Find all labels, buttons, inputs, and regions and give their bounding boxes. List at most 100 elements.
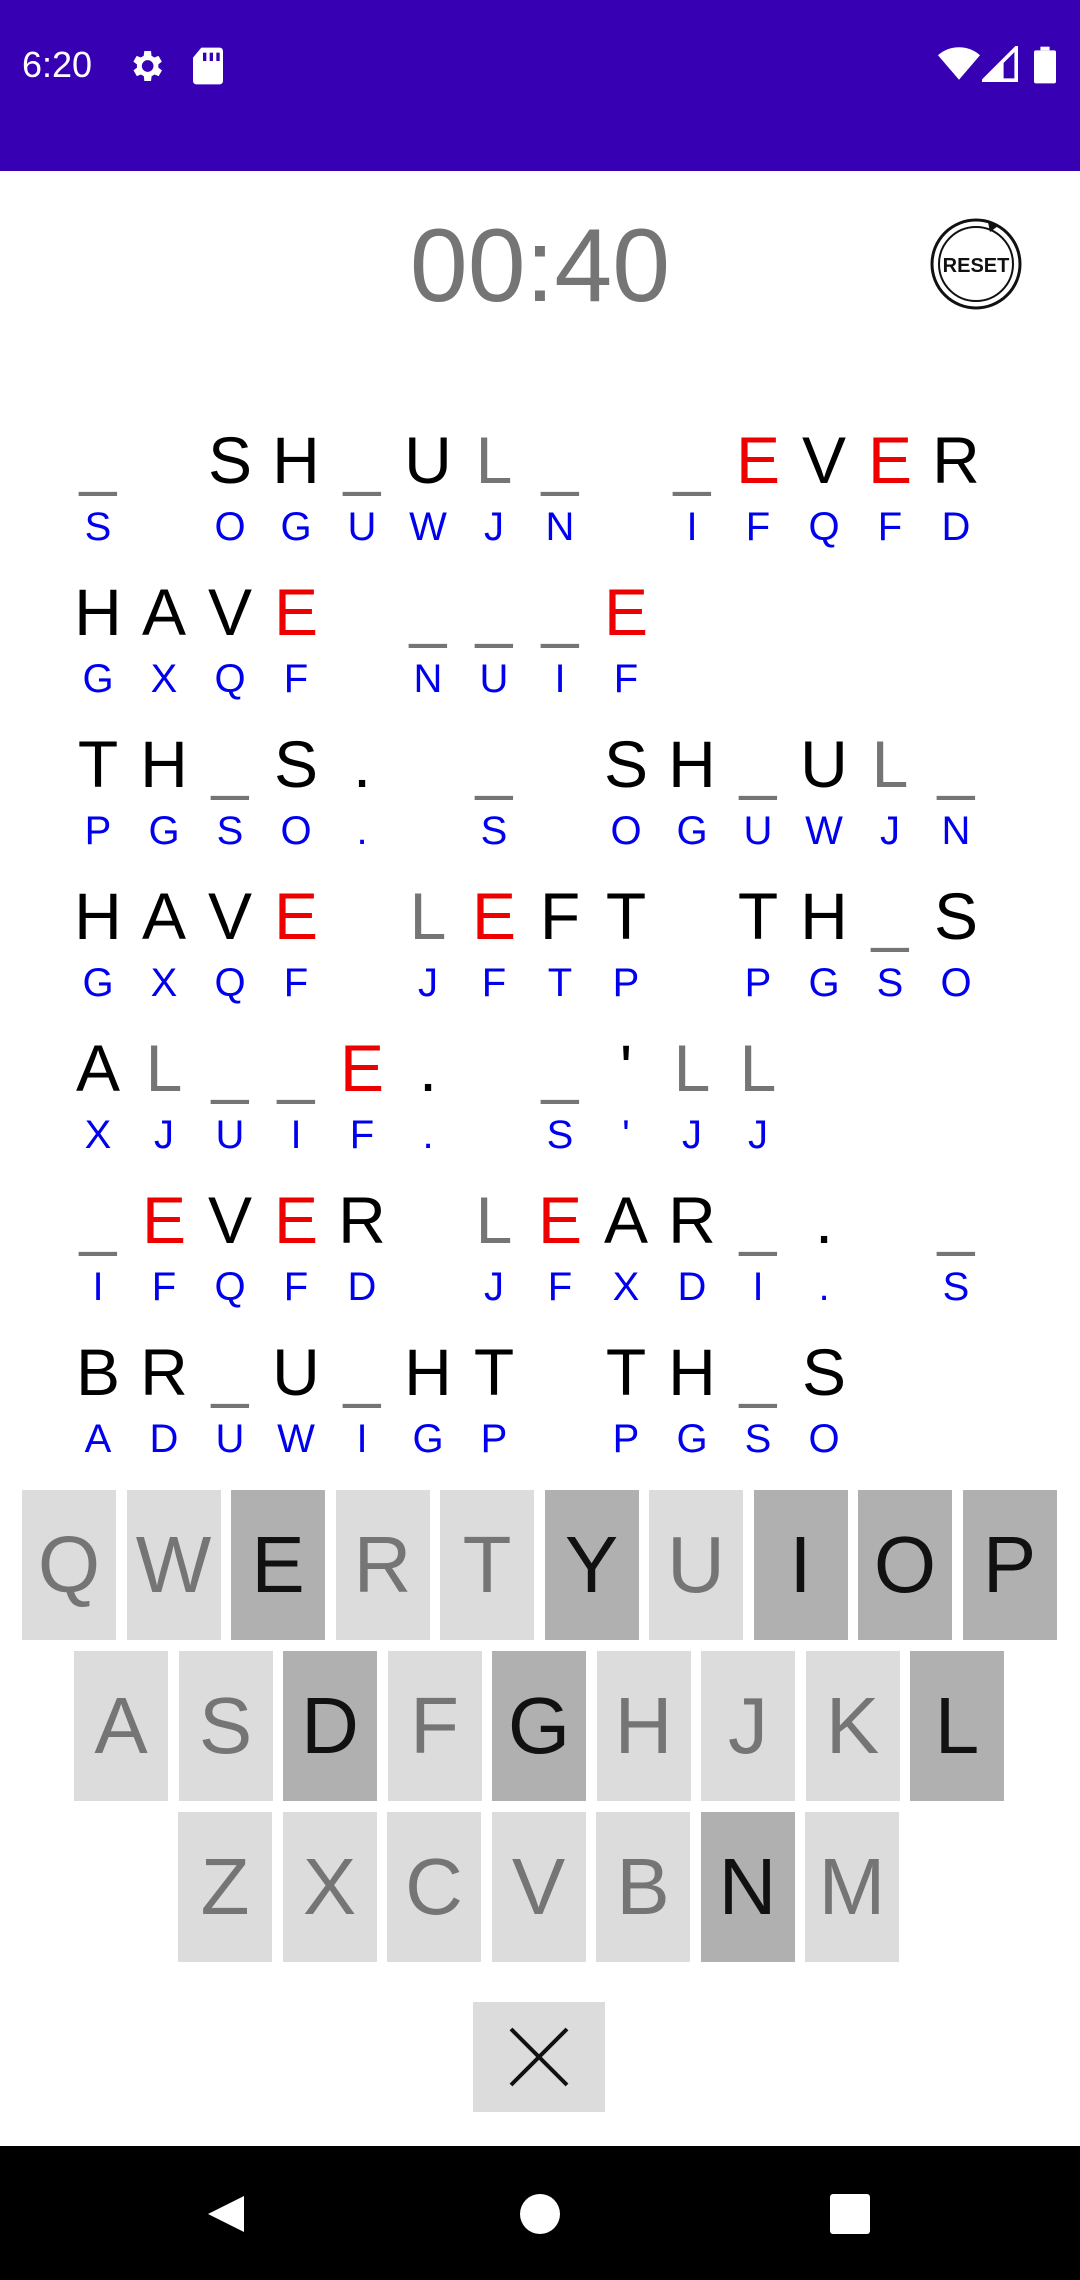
cell-cipher-letter: J	[748, 1113, 768, 1157]
cell-letter: H	[74, 879, 122, 953]
cell-cipher-letter: G	[148, 809, 180, 853]
cell-letter: _	[541, 423, 579, 497]
cell-letter: A	[141, 575, 187, 649]
key-f[interactable]: F	[387, 1651, 482, 1801]
cell-letter: U	[800, 727, 848, 801]
cell-cipher-letter: U	[215, 1417, 245, 1458]
key-t[interactable]: T	[440, 1490, 534, 1640]
back-icon[interactable]	[204, 2192, 248, 2236]
cell-letter: E	[735, 423, 781, 497]
cell-cipher-letter: I	[554, 657, 566, 701]
key-b[interactable]: B	[596, 1812, 690, 1962]
cell-cipher-letter: G	[82, 961, 114, 1005]
cell-letter: '	[619, 1031, 633, 1105]
key-n[interactable]: N	[700, 1812, 795, 1962]
cell-cipher-letter: F	[877, 505, 903, 549]
cell-letter: B	[75, 1335, 121, 1409]
recents-icon[interactable]	[830, 2194, 870, 2234]
key-p[interactable]: P	[962, 1490, 1057, 1640]
cell-letter: A	[141, 879, 187, 953]
cell-letter: E	[339, 1031, 385, 1105]
cell-letter: S	[273, 727, 319, 801]
cell-cipher-letter: J	[154, 1113, 174, 1157]
cell-letter: F	[539, 879, 581, 953]
cell-letter: _	[673, 423, 711, 497]
cell-cipher-letter: U	[743, 809, 773, 853]
key-g[interactable]: G	[492, 1651, 586, 1801]
cell-cipher-letter: W	[805, 809, 843, 853]
cell-cipher-letter: X	[612, 1265, 640, 1309]
cell-letter: E	[537, 1183, 583, 1257]
key-s[interactable]: S	[178, 1651, 273, 1801]
key-y[interactable]: Y	[544, 1490, 639, 1640]
cell-cipher-letter: S	[84, 505, 112, 549]
cell-cipher-letter: S	[546, 1113, 574, 1157]
cell-cipher-letter: J	[880, 809, 900, 853]
cell-cipher-letter: A	[84, 1417, 112, 1458]
cell-letter: R	[140, 1335, 188, 1409]
key-x[interactable]: X	[282, 1812, 377, 1962]
cell-letter: H	[800, 879, 848, 953]
cell-cipher-letter: O	[808, 1417, 840, 1458]
key-q[interactable]: Q	[22, 1490, 116, 1640]
cell-cipher-letter: U	[479, 657, 509, 701]
cell-letter: L	[145, 1031, 183, 1105]
cell-cipher-letter: O	[214, 505, 246, 549]
cell-letter: _	[739, 1335, 777, 1409]
cell-letter: T	[473, 1335, 515, 1409]
cell-cipher-letter: X	[150, 961, 178, 1005]
cryptogram-puzzle: _ S S O H G _ U U W L J _ N _ I E F V Q E F R D H G A X V Q E F _ N _ U _ I E F…	[0, 420, 1080, 1458]
cell-cipher-letter: I	[356, 1417, 368, 1458]
key-c[interactable]: C	[387, 1812, 481, 1962]
cell-letter: _	[211, 1031, 249, 1105]
key-m[interactable]: M	[805, 1812, 899, 1962]
cell-letter: L	[475, 423, 513, 497]
key-i[interactable]: I	[753, 1490, 848, 1640]
home-icon[interactable]	[518, 2192, 562, 2236]
key-h[interactable]: H	[596, 1651, 691, 1801]
key-r[interactable]: R	[335, 1490, 430, 1640]
cell-cipher-letter: W	[409, 505, 447, 549]
key-u[interactable]: U	[649, 1490, 743, 1640]
key-l[interactable]: L	[910, 1651, 1004, 1801]
cell-cipher-letter: .	[356, 809, 368, 853]
key-d[interactable]: D	[283, 1651, 377, 1801]
cell-letter: E	[273, 1183, 319, 1257]
key-o[interactable]: O	[858, 1490, 952, 1640]
cell-cipher-letter: G	[676, 1417, 708, 1458]
cell-cipher-letter: O	[610, 809, 642, 853]
signal-icon	[979, 43, 1018, 86]
reset-button[interactable]: RESET	[928, 216, 1024, 312]
cell-cipher-letter: S	[480, 809, 508, 853]
cell-cipher-letter: F	[349, 1113, 375, 1157]
elapsed-timer: 00:40	[409, 208, 671, 324]
key-j[interactable]: J	[701, 1651, 795, 1801]
key-e[interactable]: E	[231, 1490, 325, 1640]
cell-letter: _	[211, 727, 249, 801]
cell-cipher-letter: N	[941, 809, 971, 853]
cell-letter: _	[211, 1335, 249, 1409]
cell-letter: A	[603, 1183, 649, 1257]
key-a[interactable]: A	[74, 1651, 168, 1801]
cell-letter: _	[79, 1183, 117, 1257]
reset-label: RESET	[943, 255, 1010, 277]
key-z[interactable]: Z	[178, 1812, 272, 1962]
key-w[interactable]: W	[126, 1490, 221, 1640]
battery-icon	[1034, 46, 1056, 88]
cell-letter: L	[409, 879, 447, 953]
cell-letter: V	[207, 575, 253, 649]
cell-letter: S	[801, 1335, 847, 1409]
key-k[interactable]: K	[805, 1651, 900, 1801]
cell-letter: .	[352, 727, 372, 801]
cell-letter: H	[74, 575, 122, 649]
key-v[interactable]: V	[491, 1812, 586, 1962]
cell-letter: T	[77, 727, 119, 801]
cell-letter: E	[603, 575, 649, 649]
delete-key[interactable]	[473, 2002, 605, 2112]
cell-cipher-letter: U	[215, 1113, 245, 1157]
cell-letter: A	[75, 1031, 121, 1105]
cell-cipher-letter: D	[941, 505, 971, 549]
cell-letter: U	[404, 423, 452, 497]
cell-letter: R	[932, 423, 980, 497]
cell-letter: _	[409, 575, 447, 649]
